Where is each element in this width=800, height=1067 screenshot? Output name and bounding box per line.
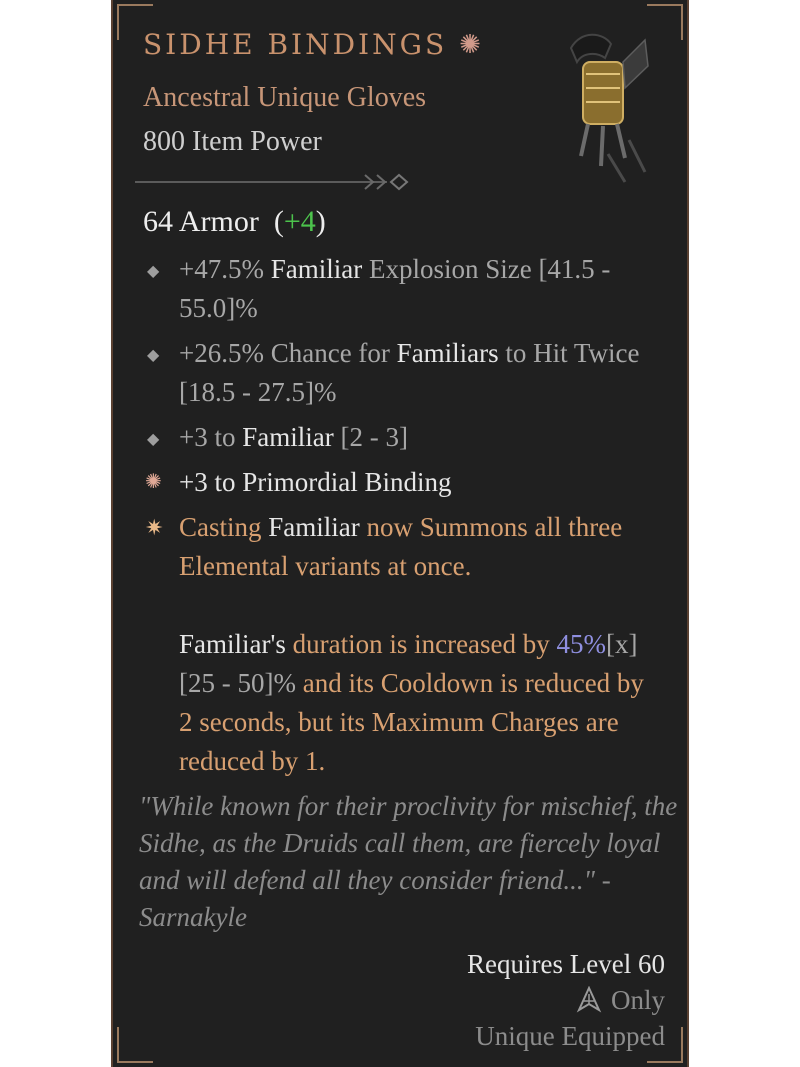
armor-bonus-close: ) xyxy=(315,205,326,238)
affix-primordial-binding: ✺ +3 to Primordial Binding xyxy=(143,463,663,502)
affix-text: +26.5% Chance for xyxy=(179,338,397,368)
flavor-text: "While known for their proclivity for mi… xyxy=(139,791,678,932)
section-divider xyxy=(135,173,409,191)
power-keyword: Familiar xyxy=(268,512,360,542)
item-name-text: SIDHE BINDINGS xyxy=(143,28,448,61)
affix-text: +3 to xyxy=(179,422,243,452)
affix-keyword: Familiars xyxy=(396,338,499,368)
affix-list: ◆ +47.5% Familiar Explosion Size [41.5 -… xyxy=(143,250,663,787)
diamond-bullet-icon: ◆ xyxy=(147,347,160,364)
power-multiplier: [x] xyxy=(606,629,638,659)
diamond-bullet-icon: ◆ xyxy=(147,431,160,448)
unique-power: ✷ Casting Familiar now Summons all three… xyxy=(143,508,663,781)
power-range: [25 - 50]% xyxy=(179,668,303,698)
item-power: 800 Item Power xyxy=(143,126,322,157)
armor-value: 64 Armor xyxy=(143,205,259,238)
affix-keyword: Familiar xyxy=(270,254,363,284)
unique-equipped: Unique Equipped xyxy=(475,1021,665,1051)
affix-explosion-size: ◆ +47.5% Familiar Explosion Size [41.5 -… xyxy=(143,250,663,328)
power-value: 45% xyxy=(556,629,607,659)
unique-flower-icon: ✺ xyxy=(459,29,484,60)
power-keyword: Familiar's xyxy=(179,629,286,659)
power-text: duration is increased by xyxy=(285,629,557,659)
unique-flower-icon: ✺ xyxy=(145,471,162,493)
class-only-label: Only xyxy=(611,985,665,1015)
affix-keyword: Familiar xyxy=(242,422,334,452)
class-restriction: Only xyxy=(467,982,665,1018)
affix-hit-twice: ◆ +26.5% Chance for Familiars to Hit Twi… xyxy=(143,334,663,412)
required-level: Requires Level 60 xyxy=(467,949,665,979)
affix-familiar-rank: ◆ +3 to Familiar [2 - 3] xyxy=(143,418,663,457)
affix-text: +47.5% xyxy=(179,254,271,284)
item-name: SIDHE BINDINGS ✺ xyxy=(143,28,484,61)
affix-text: +3 to Primordial Binding xyxy=(179,467,452,497)
requirements: Requires Level 60 Only Unique Equipped xyxy=(467,946,665,1054)
diamond-bullet-icon: ◆ xyxy=(147,263,160,280)
affix-text: [2 - 3] xyxy=(333,422,408,452)
star-bullet-icon: ✷ xyxy=(145,515,164,540)
power-text: Casting xyxy=(179,512,269,542)
frame-corner-bottom-left xyxy=(117,1027,153,1063)
druid-class-icon xyxy=(576,986,602,1013)
armor-bonus-open: ( xyxy=(273,205,284,238)
gloves-image xyxy=(569,33,649,183)
item-tooltip: SIDHE BINDINGS ✺ Ancestral Unique Gloves… xyxy=(111,0,689,1067)
armor-bonus: +4 xyxy=(283,205,316,238)
item-type: Ancestral Unique Gloves xyxy=(143,82,427,113)
armor-stat: 64 Armor (+4) xyxy=(143,205,326,239)
